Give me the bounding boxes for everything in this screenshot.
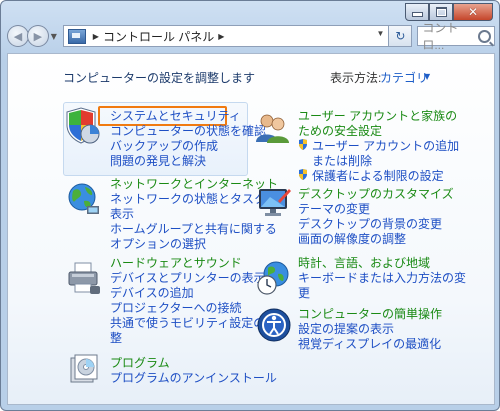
control-panel-window: ✕ ◀ ▶ ▼ ▶ コントロール パネル ▶ ▼ ↻ コントロ... コンピュー… bbox=[0, 0, 500, 411]
uac-shield-icon bbox=[299, 169, 307, 180]
maximize-icon bbox=[435, 7, 447, 17]
view-by-label: 表示方法: bbox=[330, 71, 382, 85]
control-panel-icon bbox=[67, 28, 86, 44]
category-ease-of-access: コンピューターの簡単操作 設定の提案の表示 視覚ディスプレイの最適化 bbox=[298, 307, 442, 352]
system-title-link[interactable]: システムとセキュリティ bbox=[110, 109, 266, 124]
category-appearance: デスクトップのカスタマイズ テーマの変更 デスクトップの背景の変更 画面の解像度… bbox=[298, 187, 454, 247]
programs-icon[interactable] bbox=[68, 352, 102, 386]
refresh-button[interactable]: ↻ bbox=[389, 25, 413, 47]
add-device-link[interactable]: デバイスの追加 bbox=[110, 286, 277, 301]
back-button[interactable]: ◀ bbox=[7, 25, 29, 47]
category-network: ネットワークとインターネット ネットワークの状態とタスクの 表示 ホームグループ… bbox=[110, 177, 278, 252]
close-icon: ✕ bbox=[467, 5, 479, 19]
get-recommendations-link[interactable]: 設定の提案の表示 bbox=[298, 322, 442, 337]
shield-pie-icon[interactable] bbox=[64, 107, 100, 145]
refresh-icon: ↻ bbox=[395, 29, 406, 43]
view-by-dropdown[interactable]: カテゴリ bbox=[380, 69, 428, 86]
search-placeholder: コントロ... bbox=[422, 21, 459, 52]
globe-network-icon[interactable] bbox=[66, 181, 102, 217]
network-status-link-cont[interactable]: 表示 bbox=[110, 207, 278, 222]
chevron-down-icon[interactable]: ▼ bbox=[424, 72, 430, 81]
connect-projector-link[interactable]: プロジェクターへの接続 bbox=[110, 301, 277, 316]
clock-title-link[interactable]: 時計、言語、および地域 bbox=[298, 256, 466, 271]
network-title-link[interactable]: ネットワークとインターネット bbox=[110, 177, 278, 192]
keyboard-input-link[interactable]: キーボードまたは入力方法の変 bbox=[298, 271, 466, 286]
category-clock: 時計、言語、および地域 キーボードまたは入力方法の変 更 bbox=[298, 256, 466, 301]
add-remove-users-link[interactable]: ユーザー アカウントの追加 bbox=[298, 139, 459, 154]
breadcrumb-control-panel[interactable]: コントロール パネル bbox=[103, 28, 214, 45]
category-system-security: システムとセキュリティ コンピューターの状態を確認 バックアップの作成 問題の発… bbox=[110, 109, 266, 169]
history-dropdown[interactable]: ▼ bbox=[49, 32, 59, 41]
users-icon[interactable] bbox=[254, 112, 290, 144]
adjust-resolution-link[interactable]: 画面の解像度の調整 bbox=[298, 232, 454, 247]
keyboard-input-link-cont[interactable]: 更 bbox=[298, 286, 466, 301]
category-hardware: ハードウェアとサウンド デバイスとプリンターの表示 デバイスの追加 プロジェクタ… bbox=[110, 256, 277, 346]
mobility-settings-link-cont[interactable]: 整 bbox=[110, 331, 277, 346]
users-title-link-line2[interactable]: ための安全設定 bbox=[298, 124, 459, 139]
breadcrumb-separator-icon[interactable]: ▶ bbox=[218, 32, 224, 41]
change-theme-link[interactable]: テーマの変更 bbox=[298, 202, 454, 217]
address-bar[interactable]: ▶ コントロール パネル ▶ ▼ bbox=[62, 25, 390, 47]
category-programs: プログラム プログラムのアンインストール bbox=[110, 356, 277, 386]
ease-title-link[interactable]: コンピューターの簡単操作 bbox=[298, 307, 442, 322]
change-background-link[interactable]: デスクトップの背景の変更 bbox=[298, 217, 454, 232]
category-user-accounts: ユーザー アカウントと家族の ための安全設定 ユーザー アカウントの追加 または… bbox=[298, 109, 459, 184]
minimize-icon bbox=[411, 12, 423, 17]
troubleshoot-link[interactable]: 問題の発見と解決 bbox=[110, 154, 266, 169]
homegroup-link[interactable]: ホームグループと共有に関する bbox=[110, 222, 278, 237]
printer-icon[interactable] bbox=[66, 260, 102, 296]
navigation-bar: ◀ ▶ ▼ ▶ コントロール パネル ▶ ▼ ↻ コントロ... bbox=[7, 21, 495, 52]
address-dropdown-icon[interactable]: ▼ bbox=[376, 29, 384, 38]
users-title-link-line1[interactable]: ユーザー アカウントと家族の bbox=[298, 109, 459, 124]
optimize-visual-display-link[interactable]: 視覚ディスプレイの最適化 bbox=[298, 337, 442, 352]
uac-shield-icon bbox=[299, 139, 307, 150]
search-icon[interactable] bbox=[478, 29, 491, 43]
page-heading: コンピューターの設定を調整します bbox=[63, 71, 256, 85]
content-area: コンピューターの設定を調整します 表示方法: カテゴリ ▼ システムとセキュリテ… bbox=[7, 53, 495, 405]
check-status-link[interactable]: コンピューターの状態を確認 bbox=[110, 124, 266, 139]
back-arrow-icon: ◀ bbox=[13, 29, 23, 43]
backup-link[interactable]: バックアップの作成 bbox=[110, 139, 266, 154]
mobility-settings-link[interactable]: 共通で使うモビリティ設定の調 bbox=[110, 316, 277, 331]
clock-globe-icon[interactable] bbox=[256, 260, 292, 296]
appearance-title-link[interactable]: デスクトップのカスタマイズ bbox=[298, 187, 454, 202]
network-status-link[interactable]: ネットワークの状態とタスクの bbox=[110, 192, 278, 207]
programs-title-link[interactable]: プログラム bbox=[110, 356, 277, 371]
ease-of-access-icon[interactable] bbox=[256, 307, 292, 343]
add-remove-users-link-cont[interactable]: または削除 bbox=[298, 154, 459, 169]
search-input[interactable]: コントロ... bbox=[417, 21, 495, 52]
breadcrumb-separator-icon[interactable]: ▶ bbox=[93, 32, 99, 41]
desktop-icon[interactable] bbox=[256, 185, 292, 219]
parental-controls-link[interactable]: 保護者による制限の設定 bbox=[298, 169, 459, 184]
devices-printers-link[interactable]: デバイスとプリンターの表示 bbox=[110, 271, 277, 286]
forward-button[interactable]: ▶ bbox=[26, 25, 49, 47]
homegroup-link-cont[interactable]: オプションの選択 bbox=[110, 237, 278, 252]
forward-arrow-icon: ▶ bbox=[33, 29, 43, 43]
hardware-title-link[interactable]: ハードウェアとサウンド bbox=[110, 256, 277, 271]
uninstall-program-link[interactable]: プログラムのアンインストール bbox=[110, 371, 277, 386]
